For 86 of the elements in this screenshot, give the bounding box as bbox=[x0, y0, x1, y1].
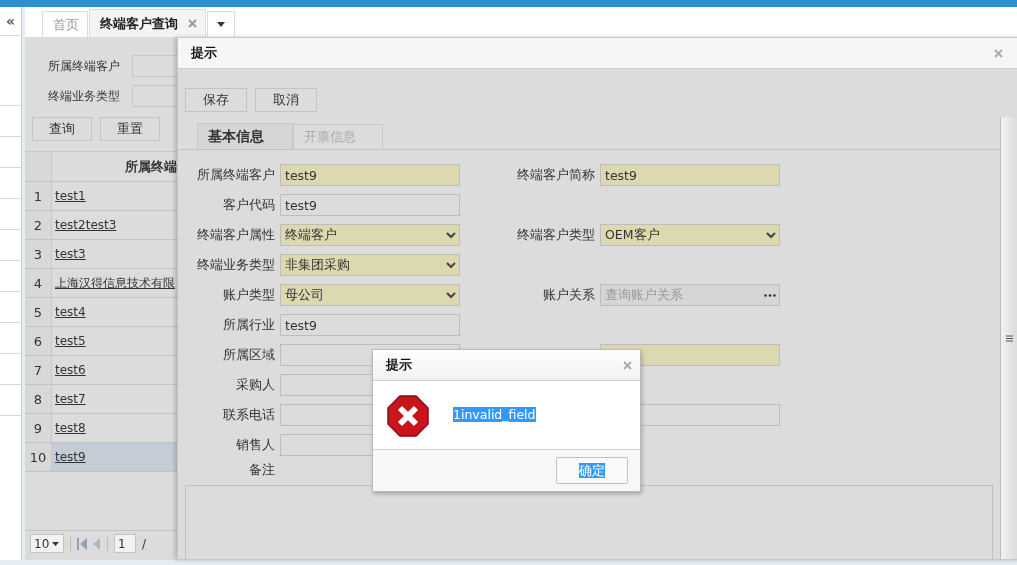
search-form-button[interactable]: 重置 bbox=[100, 117, 160, 141]
ellipsis-icon[interactable] bbox=[764, 293, 776, 297]
row-number: 9 bbox=[25, 414, 52, 442]
search-label: 终端业务类型 bbox=[48, 87, 121, 105]
field-label: 账户类型 bbox=[223, 286, 275, 304]
field-label: 所属终端客户 bbox=[197, 166, 275, 184]
dropdown-caret-icon bbox=[446, 231, 456, 239]
customer-link[interactable]: test8 bbox=[55, 421, 86, 435]
search-label: 所属终端客户 bbox=[48, 57, 121, 75]
customer-link[interactable]: 上海汉得信息技术有限 bbox=[55, 274, 175, 292]
customer-link[interactable]: test3 bbox=[55, 247, 86, 261]
row-number: 3 bbox=[25, 240, 52, 268]
customer-link[interactable]: test7 bbox=[55, 392, 86, 406]
field-label: 终端业务类型 bbox=[197, 256, 275, 274]
field-label: 终端客户简称 bbox=[517, 166, 595, 184]
field-label: 备注 bbox=[248, 462, 275, 479]
customer-link[interactable]: test1 bbox=[55, 189, 86, 203]
input-field[interactable]: test9 bbox=[600, 164, 780, 186]
field-label: 终端客户类型 bbox=[517, 226, 595, 244]
alert-title: 提示 bbox=[386, 356, 412, 374]
row-number: 5 bbox=[25, 298, 52, 326]
row-number: 10 bbox=[25, 443, 52, 471]
field-label: 所属行业 bbox=[223, 316, 275, 334]
input-field[interactable]: test9 bbox=[280, 164, 460, 186]
row-number: 4 bbox=[25, 269, 52, 297]
customer-link[interactable]: test5 bbox=[55, 334, 86, 348]
error-icon bbox=[387, 395, 429, 437]
customer-link[interactable]: test9 bbox=[55, 450, 86, 464]
page-size-select[interactable]: 10 bbox=[30, 534, 64, 553]
caret-down-icon bbox=[52, 541, 60, 546]
field-label: 终端客户属性 bbox=[197, 226, 275, 244]
scroll-grip-icon bbox=[1005, 334, 1013, 342]
grid-row[interactable]: 6 test5 bbox=[25, 327, 177, 356]
dropdown-caret-icon bbox=[446, 261, 456, 269]
grid-row[interactable]: 1 test1 bbox=[25, 182, 177, 211]
dialog-button[interactable]: 取消 bbox=[255, 88, 317, 112]
select-field[interactable]: 终端客户 bbox=[280, 224, 460, 246]
customer-link[interactable]: test4 bbox=[55, 305, 86, 319]
remark-textarea[interactable] bbox=[185, 485, 993, 559]
form-tab[interactable]: 基本信息 bbox=[197, 123, 293, 149]
customer-link[interactable]: test6 bbox=[55, 363, 86, 377]
alert-message: 1invalid_field bbox=[453, 407, 536, 422]
row-number: 6 bbox=[25, 327, 52, 355]
customer-link[interactable]: test2test3 bbox=[55, 218, 117, 232]
close-icon[interactable] bbox=[188, 19, 197, 28]
tab[interactable]: 终端客户查询 bbox=[89, 9, 206, 37]
field-label: 联系电话 bbox=[223, 406, 275, 424]
scrollbar[interactable] bbox=[1000, 117, 1017, 559]
field-label: 销售人 bbox=[236, 436, 275, 454]
grid-row[interactable]: 3 test3 bbox=[25, 240, 177, 269]
page-separator: / bbox=[142, 536, 147, 551]
dialog-title: 提示 bbox=[191, 44, 217, 62]
first-page-icon[interactable] bbox=[77, 537, 87, 550]
row-number: 2 bbox=[25, 211, 52, 239]
grid-row[interactable]: 2 test2test3 bbox=[25, 211, 177, 240]
select-field[interactable]: 母公司 bbox=[280, 284, 460, 306]
input-field[interactable]: test9 bbox=[280, 194, 460, 216]
close-icon[interactable] bbox=[623, 360, 632, 370]
select-field[interactable]: OEM客户 bbox=[600, 224, 780, 246]
dropdown-caret-icon bbox=[446, 291, 456, 299]
page-number-field[interactable]: 1 bbox=[114, 534, 136, 553]
tab-menu[interactable] bbox=[207, 11, 235, 37]
grid-row[interactable]: 10 test9 bbox=[25, 443, 177, 472]
field-label: 客户代码 bbox=[223, 196, 275, 214]
row-number: 7 bbox=[25, 356, 52, 384]
dialog-button[interactable]: 保存 bbox=[185, 88, 247, 112]
search-form-button[interactable]: 查询 bbox=[32, 117, 92, 141]
previous-page-icon[interactable] bbox=[93, 537, 101, 550]
field-label: 采购人 bbox=[236, 376, 275, 394]
dropdown-caret-icon bbox=[766, 231, 776, 239]
input-field[interactable]: test9 bbox=[280, 314, 460, 336]
tab-label: 首页 bbox=[53, 15, 79, 34]
row-number: 1 bbox=[25, 182, 52, 210]
tab-label: 终端客户查询 bbox=[100, 14, 178, 33]
row-number: 8 bbox=[25, 385, 52, 413]
grid-row[interactable]: 5 test4 bbox=[25, 298, 177, 327]
column-header: 所属终端 bbox=[124, 157, 177, 176]
close-icon[interactable] bbox=[994, 48, 1003, 58]
field-label: 所属区域 bbox=[223, 346, 275, 364]
select-field[interactable]: 非集团采购 bbox=[280, 254, 460, 276]
field-label: 账户关系 bbox=[543, 286, 595, 304]
grid-row[interactable]: 8 test7 bbox=[25, 385, 177, 414]
grid-row[interactable]: 7 test6 bbox=[25, 356, 177, 385]
caret-down-icon bbox=[217, 22, 225, 27]
grid-row[interactable]: 4 上海汉得信息技术有限 bbox=[25, 269, 177, 298]
collapse-icon[interactable]: « bbox=[0, 7, 21, 35]
